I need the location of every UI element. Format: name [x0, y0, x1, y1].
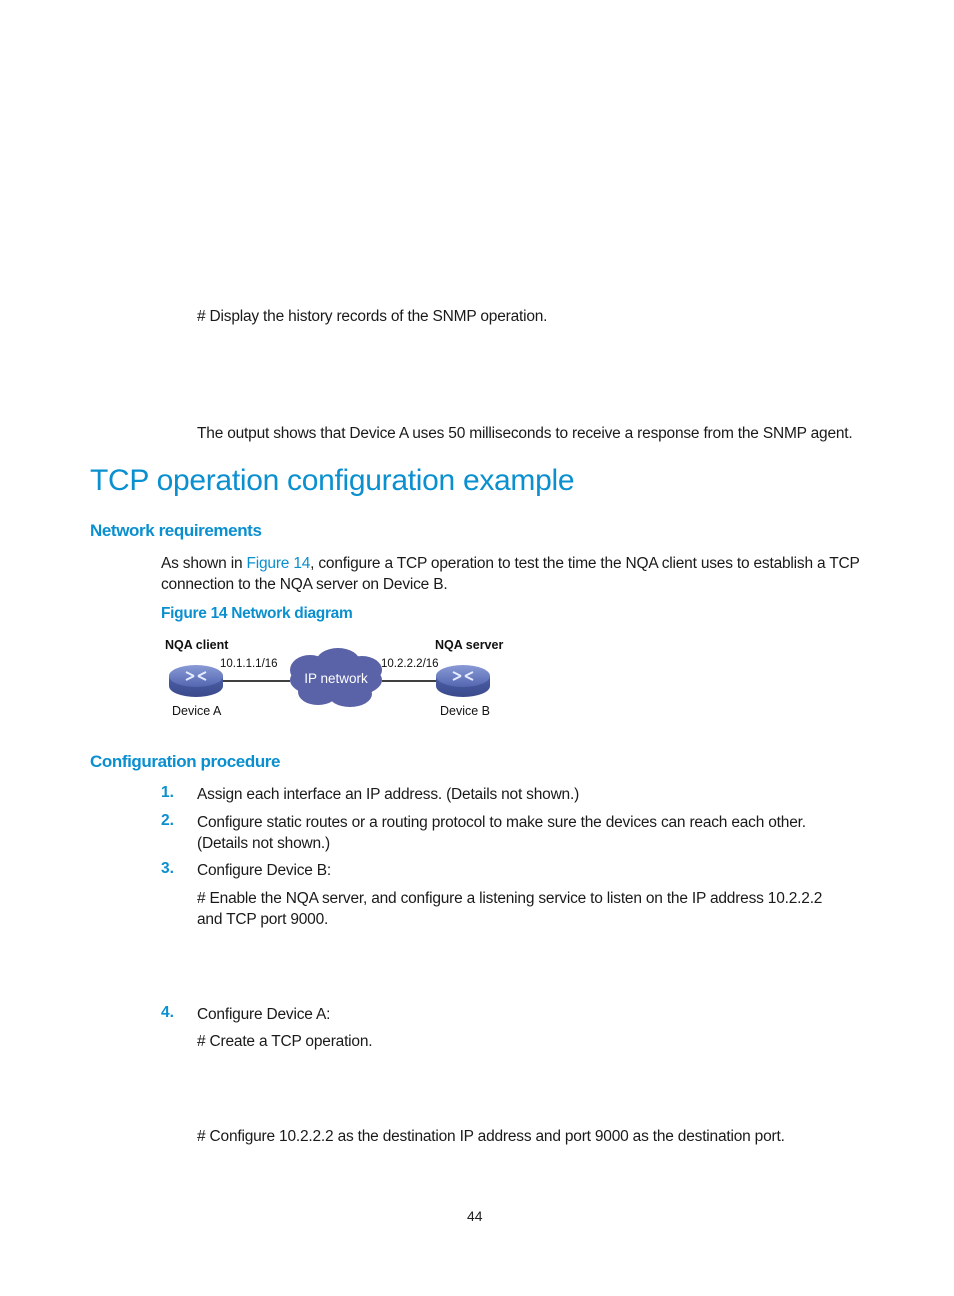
- step-2-text-line2: (Details not shown.): [197, 835, 330, 852]
- step-1-text: Assign each interface an IP address. (De…: [197, 786, 580, 803]
- network-requirements-para-line2: connection to the NQA server on Device B…: [161, 576, 448, 593]
- figure-caption: Figure 14 Network diagram: [161, 605, 353, 622]
- step-4-sub-destination: # Configure 10.2.2.2 as the destination …: [197, 1128, 785, 1145]
- output-note-text: The output shows that Device A uses 50 m…: [197, 425, 853, 442]
- network-requirements-para-line1: As shown in Figure 14, configure a TCP o…: [161, 553, 860, 574]
- configuration-procedure-heading: Configuration procedure: [90, 752, 281, 771]
- step-3-number: 3.: [161, 860, 174, 877]
- display-history-text: # Display the history records of the SNM…: [197, 308, 548, 325]
- figure-14-link[interactable]: Figure 14: [246, 555, 310, 572]
- server-ip-label: 10.2.2.2/16: [381, 658, 439, 670]
- step-2-text-line1: Configure static routes or a routing pro…: [197, 814, 806, 831]
- step-4-number: 4.: [161, 1004, 174, 1021]
- step-3-sub-line1: # Enable the NQA server, and configure a…: [197, 890, 823, 907]
- step-3-text: Configure Device B:: [197, 862, 332, 879]
- client-ip-label: 10.1.1.1/16: [220, 658, 278, 670]
- nqa-client-label: NQA client: [165, 638, 229, 652]
- router-a-icon: [169, 665, 223, 697]
- step-3-sub-line2: and TCP port 9000.: [197, 911, 329, 928]
- page-number: 44: [467, 1208, 483, 1224]
- step-2-number: 2.: [161, 812, 174, 829]
- device-b-label: Device B: [440, 704, 491, 718]
- network-diagram: NQA client NQA server 10.1.1.1/16 10.2.2…: [150, 632, 530, 732]
- step-4-text: Configure Device A:: [197, 1006, 331, 1023]
- network-requirements-heading: Network requirements: [90, 521, 262, 540]
- ip-network-label: IP network: [304, 671, 368, 686]
- step-1-number: 1.: [161, 784, 174, 801]
- nqa-server-label: NQA server: [435, 638, 504, 652]
- para-prefix: As shown in: [161, 555, 247, 572]
- para-suffix: , configure a TCP operation to test the …: [310, 555, 860, 572]
- device-a-label: Device A: [172, 704, 222, 718]
- section-title: TCP operation configuration example: [90, 464, 575, 497]
- router-b-icon: [436, 665, 490, 697]
- step-4-sub-create: # Create a TCP operation.: [197, 1033, 373, 1050]
